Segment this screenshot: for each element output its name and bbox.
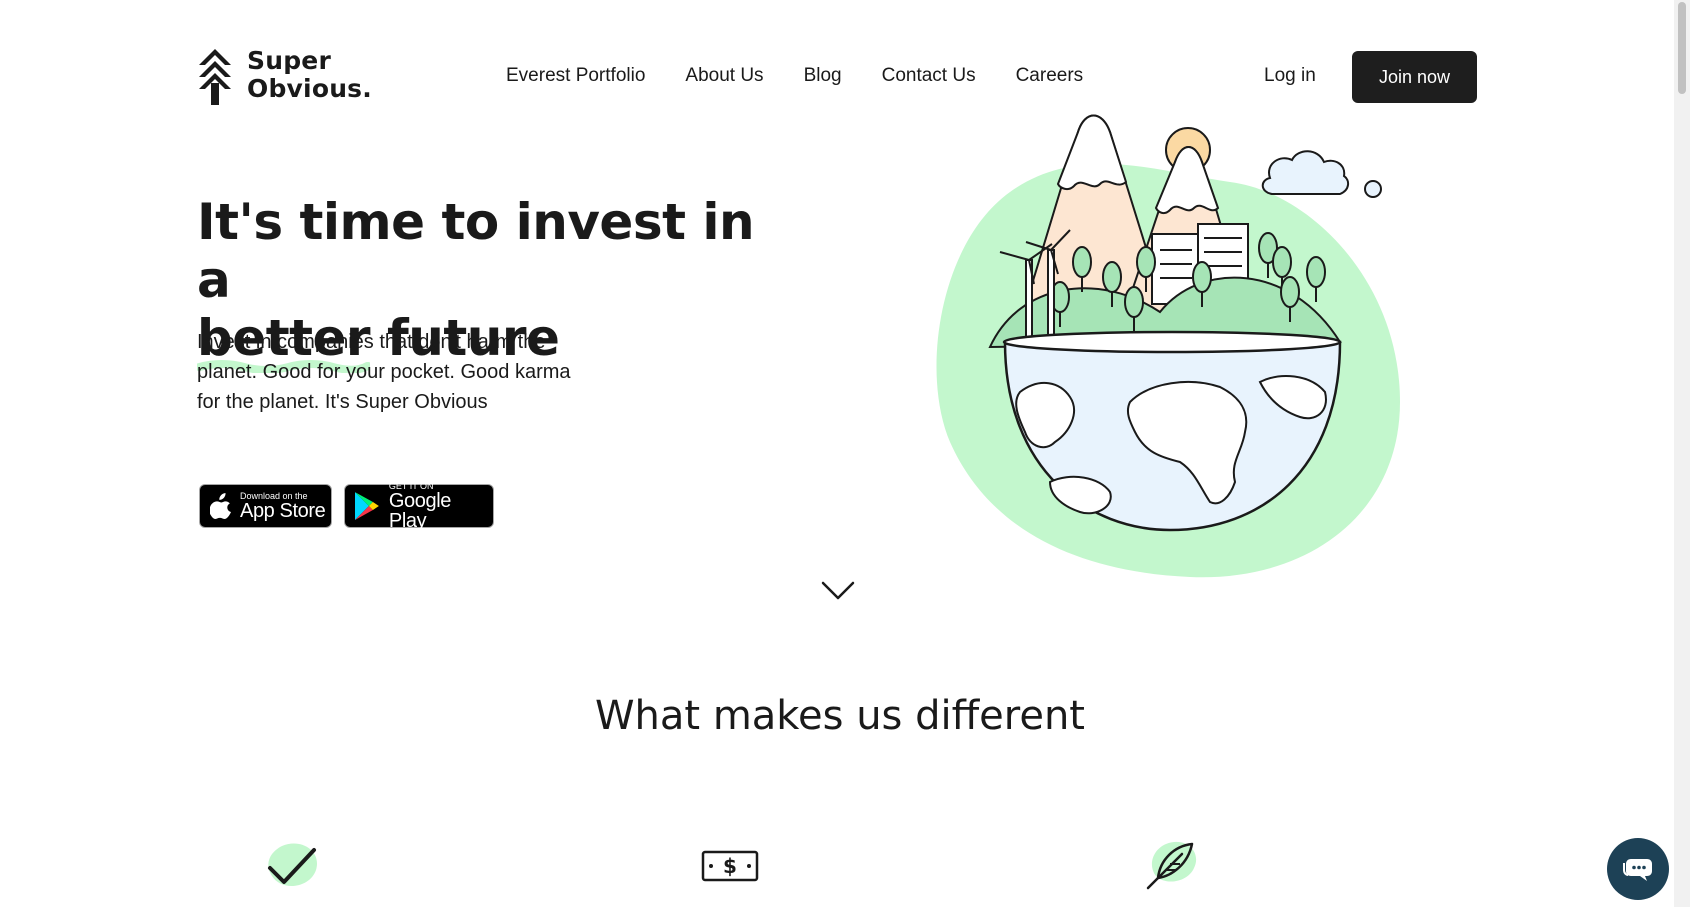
logo-line-1: Super xyxy=(247,46,331,75)
section-title: What makes us different xyxy=(595,693,1085,739)
chat-launcher-button[interactable] xyxy=(1607,838,1669,900)
logo-line-2: Obvious. xyxy=(247,74,372,103)
svg-text:$: $ xyxy=(723,854,737,878)
hero-title-part-1: It's time to invest in a xyxy=(197,193,755,309)
login-link[interactable]: Log in xyxy=(1264,65,1316,87)
logo-tree-icon xyxy=(199,49,231,105)
checkmark-icon xyxy=(268,843,318,887)
page-scrollbar[interactable] xyxy=(1674,0,1690,907)
app-store-big-text: App Store xyxy=(240,500,326,522)
nav-item-about-us[interactable]: About Us xyxy=(685,65,763,87)
earth-mountains-illustration xyxy=(936,114,1400,578)
join-now-button[interactable]: Join now xyxy=(1352,51,1477,103)
scrollbar-thumb[interactable] xyxy=(1678,2,1686,94)
nav-item-contact-us[interactable]: Contact Us xyxy=(882,65,976,87)
page: Super Obvious. Everest Portfolio About U… xyxy=(0,0,1690,907)
logo[interactable]: Super Obvious. xyxy=(197,47,372,105)
nav-item-everest-portfolio[interactable]: Everest Portfolio xyxy=(506,65,645,87)
chevron-down-icon[interactable] xyxy=(820,580,856,602)
apple-icon xyxy=(210,493,231,519)
nav-item-blog[interactable]: Blog xyxy=(804,65,842,87)
google-play-badge[interactable]: GET IT ON Google Play xyxy=(344,481,494,532)
google-play-icon xyxy=(354,492,379,520)
dollar-bill-icon: $ xyxy=(701,850,759,882)
feather-leaf-icon xyxy=(1146,841,1197,890)
google-play-big-text: Google Play xyxy=(388,490,451,532)
main-nav: Everest Portfolio About Us Blog Contact … xyxy=(506,65,1083,87)
app-store-badge[interactable]: Download on the App Store xyxy=(199,484,332,528)
chat-icon xyxy=(1623,859,1652,881)
nav-item-careers[interactable]: Careers xyxy=(1016,65,1084,87)
hero-subtitle: Invest in companies that don't harm the … xyxy=(197,331,571,413)
logo-wordmark: Super Obvious. xyxy=(247,47,372,103)
